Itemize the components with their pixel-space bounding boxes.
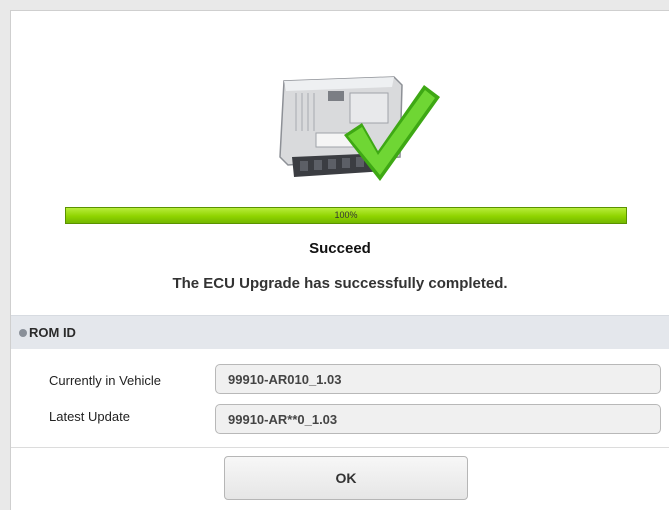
- current-vehicle-rom-field: 99910-AR010_1.03: [215, 364, 661, 394]
- latest-update-rom-field: 99910-AR**0_1.03: [215, 404, 661, 434]
- status-title: Succeed: [309, 240, 371, 257]
- divider: [11, 447, 669, 448]
- rom-id-header-label: ROM ID: [29, 325, 76, 340]
- ok-button[interactable]: OK: [224, 456, 468, 500]
- rom-id-section-header: ROM ID: [11, 315, 669, 349]
- current-vehicle-label: Currently in Vehicle: [49, 373, 161, 388]
- bullet-icon: [19, 328, 27, 337]
- progress-label: 100%: [334, 210, 358, 220]
- latest-update-label: Latest Update: [49, 409, 130, 424]
- ecu-success-graphic: [279, 76, 440, 181]
- ecu-upgrade-dialog: 100% Succeed The ECU Upgrade has success…: [10, 10, 669, 510]
- progress-bar: 100%: [65, 207, 627, 224]
- status-message: The ECU Upgrade has successfully complet…: [172, 275, 508, 292]
